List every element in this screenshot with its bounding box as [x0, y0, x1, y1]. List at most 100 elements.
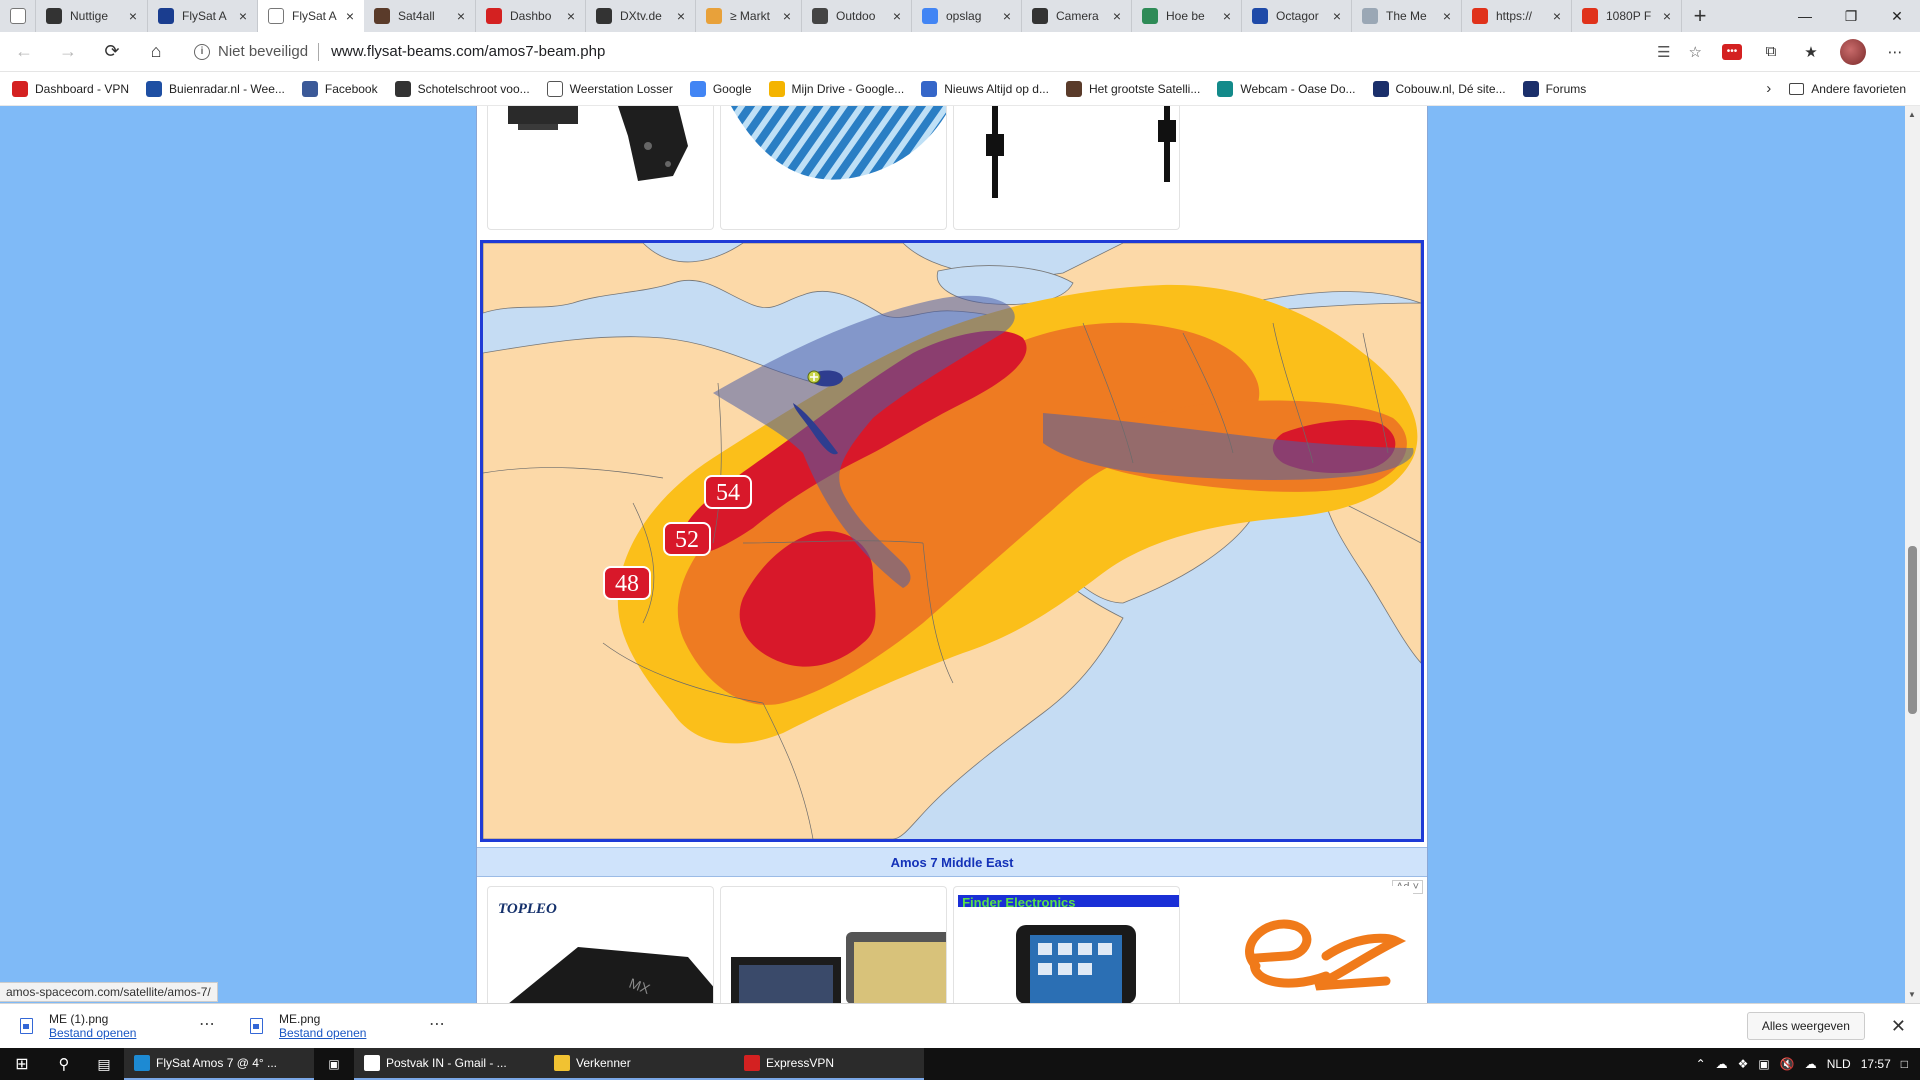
browser-tab[interactable]: Octagor ×: [1242, 0, 1352, 32]
tab-close-icon[interactable]: ×: [1549, 8, 1565, 24]
favorite-star-icon[interactable]: ☆: [1689, 43, 1702, 61]
ad-product-lnb-holder[interactable]: [953, 106, 1181, 230]
browser-tab[interactable]: 1080P F ×: [1572, 0, 1682, 32]
notifications-icon[interactable]: □: [1901, 1057, 1908, 1071]
download-open-link[interactable]: Bestand openen: [49, 1026, 136, 1040]
bookmarks-overflow-chevron-icon[interactable]: ›: [1766, 80, 1771, 97]
profile-avatar[interactable]: [1840, 38, 1866, 65]
taskbar-app[interactable]: Verkenner: [544, 1048, 734, 1080]
address-bar[interactable]: i Niet beveiligd www.flysat-beams.com/am…: [184, 36, 1712, 68]
browser-tab[interactable]: The Me ×: [1352, 0, 1462, 32]
browser-tab[interactable]: DXtv.de ×: [586, 0, 696, 32]
favorites-icon[interactable]: ★: [1800, 41, 1822, 63]
windows-start-icon[interactable]: ⊞: [0, 1048, 44, 1080]
cloud-icon[interactable]: ☁: [1805, 1057, 1817, 1071]
download-item[interactable]: ME.png Bestand openen ⋯: [230, 1004, 460, 1049]
tab-close-icon[interactable]: ×: [1439, 8, 1455, 24]
tab-close-icon[interactable]: ×: [779, 8, 795, 24]
bookmark-item[interactable]: Google: [689, 80, 752, 97]
tab-close-icon[interactable]: ×: [235, 8, 251, 24]
browser-tab[interactable]: FlySat A ×: [258, 0, 364, 32]
tab-close-icon[interactable]: ×: [889, 8, 905, 24]
language-indicator[interactable]: NLD: [1827, 1057, 1851, 1071]
tab-close-icon[interactable]: ×: [1329, 8, 1345, 24]
bookmark-item[interactable]: Forums: [1522, 80, 1586, 97]
bookmark-item[interactable]: Facebook: [301, 80, 378, 97]
show-all-downloads-button[interactable]: Alles weergeven: [1746, 1012, 1865, 1040]
network-icon[interactable]: ▣: [1758, 1057, 1769, 1071]
tab-close-icon[interactable]: ×: [125, 8, 141, 24]
download-open-link[interactable]: Bestand openen: [279, 1026, 366, 1040]
bookmark-item[interactable]: Webcam - Oase Do...: [1217, 80, 1356, 97]
tab-close-icon[interactable]: ×: [1219, 8, 1235, 24]
bookmark-item[interactable]: Nieuws Altijd op d...: [921, 80, 1049, 97]
browser-tab[interactable]: opslag ×: [912, 0, 1022, 32]
settings-more-icon[interactable]: ⋯: [1884, 41, 1906, 63]
bookmark-item[interactable]: Schotelschroot voo...: [394, 80, 530, 97]
task-view-icon[interactable]: ▤: [84, 1048, 124, 1080]
bookmark-item[interactable]: Het grootste Satelli...: [1065, 80, 1200, 97]
ad-product-topleo[interactable]: TOPLEO MX: [487, 886, 715, 1003]
taskbar-app[interactable]: ExpressVPN: [734, 1048, 924, 1080]
new-tab-button[interactable]: +: [1682, 0, 1718, 32]
browser-tab[interactable]: [0, 0, 36, 32]
taskbar-app[interactable]: Postvak IN - Gmail - ...: [354, 1048, 544, 1080]
tab-close-icon[interactable]: ×: [1659, 8, 1675, 24]
dropbox-icon[interactable]: ❖: [1738, 1057, 1749, 1071]
download-more-icon[interactable]: ⋯: [429, 1014, 446, 1034]
taskbar-app[interactable]: FlySat Amos 7 @ 4° ...: [124, 1048, 314, 1080]
back-button[interactable]: ←: [4, 36, 44, 68]
browser-tab[interactable]: Hoe be ×: [1132, 0, 1242, 32]
tab-close-icon[interactable]: ×: [453, 8, 469, 24]
browser-tab[interactable]: Outdoo ×: [802, 0, 912, 32]
browser-tab[interactable]: Camera ×: [1022, 0, 1132, 32]
bookmark-item[interactable]: Buienradar.nl - Wee...: [146, 80, 285, 97]
scrollbar-thumb[interactable]: [1908, 546, 1917, 714]
tray-chevron-icon[interactable]: ⌃: [1696, 1057, 1706, 1071]
ad-product-car-screens[interactable]: [720, 886, 948, 1003]
close-window-icon[interactable]: ✕: [1874, 0, 1920, 32]
download-more-icon[interactable]: ⋯: [199, 1014, 216, 1034]
browser-tab[interactable]: ≥ Markt ×: [696, 0, 802, 32]
browser-tab[interactable]: Nuttige ×: [36, 0, 148, 32]
tab-close-icon[interactable]: ×: [673, 8, 689, 24]
browser-tab[interactable]: FlySat A ×: [148, 0, 258, 32]
browser-tab[interactable]: Sat4all ×: [364, 0, 476, 32]
ad-product-tv-mount[interactable]: [487, 106, 715, 230]
forward-button[interactable]: →: [48, 36, 88, 68]
volume-muted-icon[interactable]: 🔇: [1780, 1057, 1795, 1071]
ad-product-finder-electronics[interactable]: Finder Electronics: [953, 886, 1181, 1003]
scroll-up-arrow-icon[interactable]: ▲: [1908, 110, 1916, 119]
reload-button[interactable]: ⟳: [92, 36, 132, 68]
restore-icon[interactable]: ❐: [1828, 0, 1874, 32]
store-icon[interactable]: ▣: [314, 1048, 354, 1080]
tab-close-icon[interactable]: ×: [1109, 8, 1125, 24]
collections-icon[interactable]: ⧉: [1760, 41, 1782, 63]
url-text[interactable]: www.flysat-beams.com/amos7-beam.php: [331, 43, 605, 60]
tab-close-icon[interactable]: ×: [342, 8, 358, 24]
map-caption[interactable]: Amos 7 Middle East: [477, 847, 1427, 877]
info-icon[interactable]: i: [194, 43, 210, 60]
onedrive-icon[interactable]: ☁: [1716, 1057, 1728, 1071]
search-icon[interactable]: ⚲: [44, 1048, 84, 1080]
minimize-icon[interactable]: —: [1782, 0, 1828, 32]
tab-close-icon[interactable]: ×: [999, 8, 1015, 24]
ad-product-hose[interactable]: [720, 106, 948, 230]
home-button[interactable]: ⌂: [136, 36, 176, 68]
clock[interactable]: 17:57: [1861, 1057, 1891, 1071]
scroll-down-arrow-icon[interactable]: ▼: [1908, 990, 1916, 999]
browser-tab[interactable]: Dashbo ×: [476, 0, 586, 32]
bookmark-item[interactable]: Cobouw.nl, Dé site...: [1372, 80, 1506, 97]
ad-product-aliexpress[interactable]: [1186, 886, 1413, 1003]
bookmark-item[interactable]: Weerstation Losser: [546, 80, 673, 97]
read-aloud-icon[interactable]: ☰: [1657, 43, 1670, 61]
close-downloads-icon[interactable]: ✕: [1891, 1016, 1906, 1037]
map-caption-text[interactable]: Amos 7 Middle East: [891, 855, 1014, 870]
bookmark-item[interactable]: Mijn Drive - Google...: [768, 80, 904, 97]
bookmark-item[interactable]: Dashboard - VPN: [12, 80, 129, 97]
browser-tab[interactable]: https:// ×: [1462, 0, 1572, 32]
tab-close-icon[interactable]: ×: [563, 8, 579, 24]
download-item[interactable]: ME (1).png Bestand openen ⋯: [0, 1004, 230, 1049]
page-scrollbar[interactable]: ▲ ▼: [1905, 106, 1920, 1003]
extension-vpn-icon[interactable]: •••: [1722, 43, 1742, 60]
